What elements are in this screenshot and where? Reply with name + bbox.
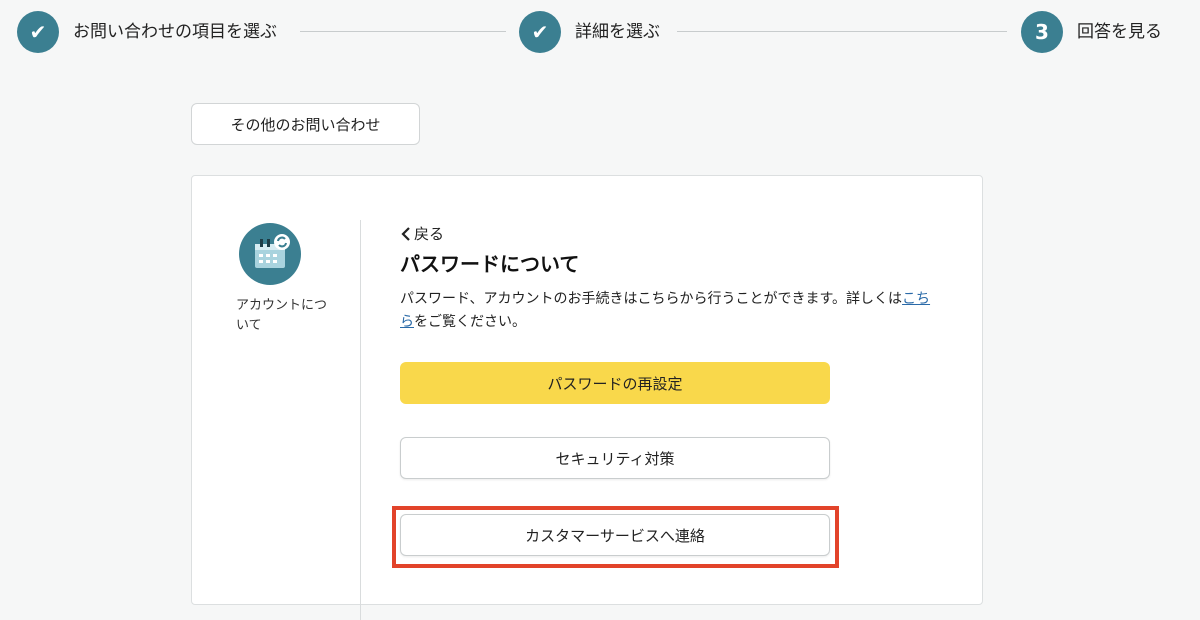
step-3-current-icon: 3 [1021, 11, 1063, 53]
security-measures-button[interactable]: セキュリティ対策 [400, 437, 830, 479]
back-link-label: 戻る [414, 225, 445, 243]
detail-description: パスワード、アカウントのお手続きはこちらから行うことができます。詳しくはこちらを… [400, 288, 940, 334]
inquiry-card: アカウントについて 戻る パスワードについて パスワード、アカウントのお手続きは… [191, 175, 983, 620]
category-label: アカウントについて [236, 298, 328, 333]
step-1-complete-icon: ✔ [17, 11, 59, 53]
vertical-divider [360, 220, 361, 620]
detail-title: パスワードについて [400, 252, 580, 276]
other-inquiry-button[interactable]: その他のお問い合わせ [191, 103, 420, 145]
step-1-label: お問い合わせの項目を選ぶ [73, 22, 277, 42]
step-connector-1 [300, 31, 506, 32]
step-connector-2 [677, 31, 1007, 32]
contact-customer-service-button[interactable]: カスタマーサービスへ連絡 [400, 514, 830, 556]
progress-stepper: ✔ お問い合わせの項目を選ぶ ✔ 詳細を選ぶ 3 回答を見る [0, 0, 1200, 64]
back-link[interactable]: 戻る [400, 223, 444, 244]
step-2-complete-icon: ✔ [519, 11, 561, 53]
description-text: パスワード、アカウントのお手続きはこちらから行うことができます。詳しくは [400, 291, 903, 307]
step-2-label: 詳細を選ぶ [575, 22, 660, 42]
description-suffix: をご覧ください。 [414, 314, 526, 330]
step-3-label: 回答を見る [1077, 22, 1162, 42]
chevron-left-icon [401, 226, 410, 241]
calendar-sync-icon [239, 223, 301, 285]
reset-password-button[interactable]: パスワードの再設定 [400, 362, 830, 404]
